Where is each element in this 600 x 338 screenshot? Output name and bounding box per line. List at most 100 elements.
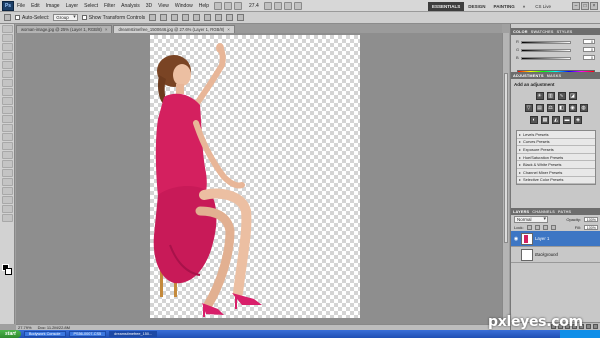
- document-canvas[interactable]: [150, 35, 360, 318]
- layer-name[interactable]: Layer 1: [535, 236, 549, 241]
- tab-swatches[interactable]: SWATCHES: [531, 30, 554, 34]
- layer-thumbnail[interactable]: [521, 232, 533, 245]
- minimize-button[interactable]: –: [572, 2, 580, 10]
- quick-selection-tool[interactable]: [2, 52, 13, 60]
- marquee-tool[interactable]: [2, 34, 13, 42]
- gradient-tool[interactable]: [2, 124, 13, 132]
- bridge-button[interactable]: [214, 1, 223, 10]
- tab-layers[interactable]: LAYERS: [513, 210, 529, 214]
- auto-select-dropdown[interactable]: Group: [53, 14, 78, 21]
- move-tool[interactable]: [2, 25, 13, 33]
- tab-styles[interactable]: STYLES: [557, 30, 573, 34]
- preset-hue-saturation[interactable]: Hue/Saturation Presets: [517, 154, 595, 162]
- transform-controls-checkbox[interactable]: [81, 14, 87, 20]
- red-slider[interactable]: R 0: [516, 39, 595, 44]
- healing-brush-tool[interactable]: [2, 79, 13, 87]
- align-top-icon[interactable]: [149, 14, 157, 21]
- view-extras-button[interactable]: [234, 1, 243, 10]
- menu-file[interactable]: File: [14, 3, 28, 9]
- slider-track[interactable]: [521, 49, 571, 52]
- workspace-design[interactable]: DESIGN: [464, 2, 489, 11]
- taskbar-item[interactable]: dreamstimefree_150...: [109, 331, 158, 337]
- blue-slider[interactable]: B 0: [516, 55, 595, 60]
- brush-tool[interactable]: [2, 88, 13, 96]
- taskbar-item[interactable]: PS56-0007-CS5: [68, 331, 107, 337]
- tab-adjustments[interactable]: ADJUSTMENTS: [513, 74, 544, 78]
- lasso-tool[interactable]: [2, 43, 13, 51]
- type-tool[interactable]: [2, 160, 13, 168]
- cs-live-button[interactable]: CS Live: [535, 4, 551, 9]
- clone-stamp-tool[interactable]: [2, 97, 13, 105]
- preset-channel-mixer[interactable]: Channel Mixer Presets: [517, 169, 595, 177]
- tab-masks[interactable]: MASKS: [547, 74, 562, 78]
- background-color-swatch[interactable]: [5, 268, 12, 275]
- workspace-more[interactable]: »: [519, 2, 530, 11]
- slider-value[interactable]: 0: [583, 47, 595, 52]
- channel-mixer-icon[interactable]: ◍: [579, 104, 588, 112]
- screen-mode-button[interactable]: [293, 1, 302, 10]
- layer-row-layer-1[interactable]: ◉ Layer 1: [511, 231, 600, 247]
- menu-image[interactable]: Image: [43, 3, 63, 9]
- tab-channels[interactable]: CHANNELS: [532, 210, 555, 214]
- invert-icon[interactable]: ◐: [530, 116, 538, 124]
- black-white-icon[interactable]: ◧: [557, 104, 566, 112]
- visibility-eye-icon[interactable]: ◉: [513, 236, 519, 242]
- menu-analysis[interactable]: Analysis: [118, 3, 143, 9]
- threshold-icon[interactable]: ◭: [552, 116, 560, 124]
- auto-align-icon[interactable]: [237, 14, 245, 21]
- hand-tool-icon[interactable]: [263, 1, 272, 10]
- menu-filter[interactable]: Filter: [101, 3, 118, 9]
- preset-black-white[interactable]: Black & White Presets: [517, 161, 595, 169]
- close-tab-icon[interactable]: ×: [105, 27, 108, 32]
- green-slider[interactable]: G 0: [516, 47, 595, 52]
- arrange-documents-button[interactable]: [283, 1, 292, 10]
- menu-view[interactable]: View: [155, 3, 172, 9]
- align-left-icon[interactable]: [182, 14, 190, 21]
- preset-exposure[interactable]: Exposure Presets: [517, 146, 595, 154]
- path-selection-tool[interactable]: [2, 169, 13, 177]
- crop-tool[interactable]: [2, 61, 13, 69]
- transform-controls-option[interactable]: Show Transform Controls: [81, 14, 145, 21]
- tab-color[interactable]: COLOR: [513, 30, 528, 34]
- slider-track[interactable]: [521, 41, 571, 44]
- workspace-essentials[interactable]: ESSENTIALS: [428, 1, 465, 11]
- layer-thumbnail[interactable]: [521, 248, 533, 261]
- layer-name[interactable]: Background: [535, 252, 558, 257]
- lock-all-icon[interactable]: [550, 225, 556, 230]
- align-center-icon[interactable]: [193, 14, 201, 21]
- close-tab-icon[interactable]: ×: [227, 27, 230, 32]
- vertical-scrollbar[interactable]: [502, 33, 509, 324]
- move-tool-icon[interactable]: [4, 14, 11, 21]
- new-layer-icon[interactable]: [586, 324, 591, 329]
- slider-value[interactable]: 0: [583, 55, 595, 60]
- zoom-tool[interactable]: [2, 214, 13, 222]
- align-right-icon[interactable]: [204, 14, 212, 21]
- photo-filter-icon[interactable]: ◉: [568, 104, 577, 112]
- menu-3d[interactable]: 3D: [143, 3, 155, 9]
- brightness-icon[interactable]: ☀: [535, 92, 544, 100]
- trash-icon[interactable]: [593, 324, 598, 329]
- scrollbar-thumb[interactable]: [504, 73, 508, 243]
- auto-select-checkbox[interactable]: [15, 14, 20, 20]
- vibrance-icon[interactable]: ▽: [524, 104, 533, 112]
- lock-transparent-icon[interactable]: [526, 225, 532, 230]
- preset-levels[interactable]: Levels Presets: [517, 131, 595, 139]
- gradient-map-icon[interactable]: ▬: [563, 116, 571, 124]
- menu-select[interactable]: Select: [81, 3, 101, 9]
- hand-tool[interactable]: [2, 205, 13, 213]
- align-bottom-icon[interactable]: [171, 14, 179, 21]
- eraser-tool[interactable]: [2, 115, 13, 123]
- menu-help[interactable]: Help: [196, 3, 212, 9]
- auto-select-option[interactable]: Auto-Select:: [15, 15, 49, 21]
- align-middle-icon[interactable]: [160, 14, 168, 21]
- close-button[interactable]: ×: [590, 2, 598, 10]
- doc-tab-2[interactable]: dreamstimefree_1500646.jpg @ 27.6% (Laye…: [113, 25, 235, 33]
- lock-position-icon[interactable]: [542, 225, 548, 230]
- doc-tab-1[interactable]: woman-image.jpg @ 25% (Layer 1, RGB/8) ×: [16, 25, 113, 33]
- hue-saturation-icon[interactable]: ▤: [535, 104, 544, 112]
- lock-image-icon[interactable]: [534, 225, 540, 230]
- fill-field[interactable]: 100%: [584, 225, 598, 230]
- dodge-tool[interactable]: [2, 142, 13, 150]
- zoom-tool-icon[interactable]: [273, 1, 282, 10]
- tab-paths[interactable]: PATHS: [558, 210, 571, 214]
